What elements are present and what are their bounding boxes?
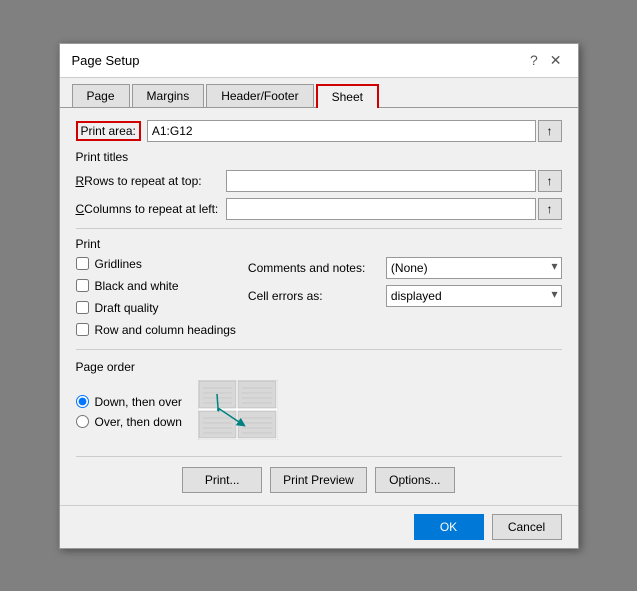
page-order-radios: Down, then over Over, then down: [76, 395, 182, 429]
print-preview-button[interactable]: Print Preview: [270, 467, 367, 493]
page-setup-dialog: Page Setup ? ✕ Page Margins Header/Foote…: [59, 43, 579, 549]
print-section-label: Print: [76, 237, 562, 251]
cell-errors-row: Cell errors as: displayed <blank> -- #N/…: [248, 285, 562, 307]
rows-repeat-label: RRows to repeat at top:: [76, 174, 226, 188]
row-col-headings-row: Row and column headings: [76, 323, 236, 337]
black-white-row: Black and white: [76, 279, 236, 293]
draft-quality-label[interactable]: Draft quality: [95, 301, 159, 315]
page-order-container: Down, then over Over, then down: [76, 380, 562, 440]
gridlines-row: Gridlines: [76, 257, 236, 271]
draft-quality-checkbox[interactable]: [76, 301, 89, 314]
down-then-over-label[interactable]: Down, then over: [95, 395, 182, 409]
rows-repeat-input[interactable]: [226, 170, 536, 192]
dialog-content: Print area: ↑ Print titles RRows to repe…: [60, 108, 578, 505]
down-then-over-radio[interactable]: [76, 395, 89, 408]
title-bar: Page Setup ? ✕: [60, 44, 578, 78]
cols-repeat-label: CColumns to repeat at left:: [76, 202, 226, 216]
cols-repeat-input[interactable]: [226, 198, 536, 220]
rows-repeat-row: RRows to repeat at top: ↑: [76, 170, 562, 192]
print-area-label: Print area:: [76, 121, 141, 141]
cell-errors-label: Cell errors as:: [248, 289, 378, 303]
cell-errors-select-wrapper: displayed <blank> -- #N/A: [386, 285, 562, 307]
print-button[interactable]: Print...: [182, 467, 262, 493]
comments-select[interactable]: (None) At end of sheet As displayed on s…: [386, 257, 562, 279]
gridlines-checkbox[interactable]: [76, 257, 89, 270]
action-buttons-row: Print... Print Preview Options...: [76, 456, 562, 493]
print-section: Gridlines Black and white Draft quality …: [76, 257, 562, 341]
title-bar-controls: ? ✕: [526, 52, 566, 69]
tab-page[interactable]: Page: [72, 84, 130, 107]
tab-margins[interactable]: Margins: [132, 84, 205, 107]
print-dropdowns: Comments and notes: (None) At end of she…: [248, 257, 562, 341]
dialog-title: Page Setup: [72, 53, 140, 68]
help-icon[interactable]: ?: [526, 52, 542, 68]
tab-header-footer[interactable]: Header/Footer: [206, 84, 313, 107]
options-button[interactable]: Options...: [375, 467, 455, 493]
gridlines-label[interactable]: Gridlines: [95, 257, 142, 271]
rows-repeat-collapse-button[interactable]: ↑: [538, 170, 562, 192]
comments-select-wrapper: (None) At end of sheet As displayed on s…: [386, 257, 562, 279]
comments-label: Comments and notes:: [248, 261, 378, 275]
over-then-down-row: Over, then down: [76, 415, 182, 429]
down-then-over-row: Down, then over: [76, 395, 182, 409]
print-titles-label: Print titles: [76, 150, 562, 164]
cols-repeat-row: CColumns to repeat at left: ↑: [76, 198, 562, 220]
tab-sheet[interactable]: Sheet: [316, 84, 379, 108]
cancel-button[interactable]: Cancel: [492, 514, 562, 540]
cols-repeat-collapse-button[interactable]: ↑: [538, 198, 562, 220]
over-then-down-radio[interactable]: [76, 415, 89, 428]
over-then-down-label[interactable]: Over, then down: [95, 415, 182, 429]
tabs-bar: Page Margins Header/Footer Sheet: [60, 78, 578, 108]
page-order-label: Page order: [76, 360, 562, 374]
draft-quality-row: Draft quality: [76, 301, 236, 315]
row-col-headings-label[interactable]: Row and column headings: [95, 323, 236, 337]
print-area-collapse-button[interactable]: ↑: [538, 120, 562, 142]
page-order-section: Page order Down, then over Over, then do…: [76, 360, 562, 440]
page-order-diagram: [198, 380, 278, 440]
print-checkboxes: Gridlines Black and white Draft quality …: [76, 257, 236, 341]
ok-button[interactable]: OK: [414, 514, 484, 540]
comments-row: Comments and notes: (None) At end of she…: [248, 257, 562, 279]
cell-errors-select[interactable]: displayed <blank> -- #N/A: [386, 285, 562, 307]
print-area-input[interactable]: [147, 120, 536, 142]
black-white-label[interactable]: Black and white: [95, 279, 179, 293]
black-white-checkbox[interactable]: [76, 279, 89, 292]
print-area-row: Print area: ↑: [76, 120, 562, 142]
row-col-headings-checkbox[interactable]: [76, 323, 89, 336]
close-icon[interactable]: ✕: [546, 52, 566, 69]
bottom-buttons-row: OK Cancel: [60, 505, 578, 548]
